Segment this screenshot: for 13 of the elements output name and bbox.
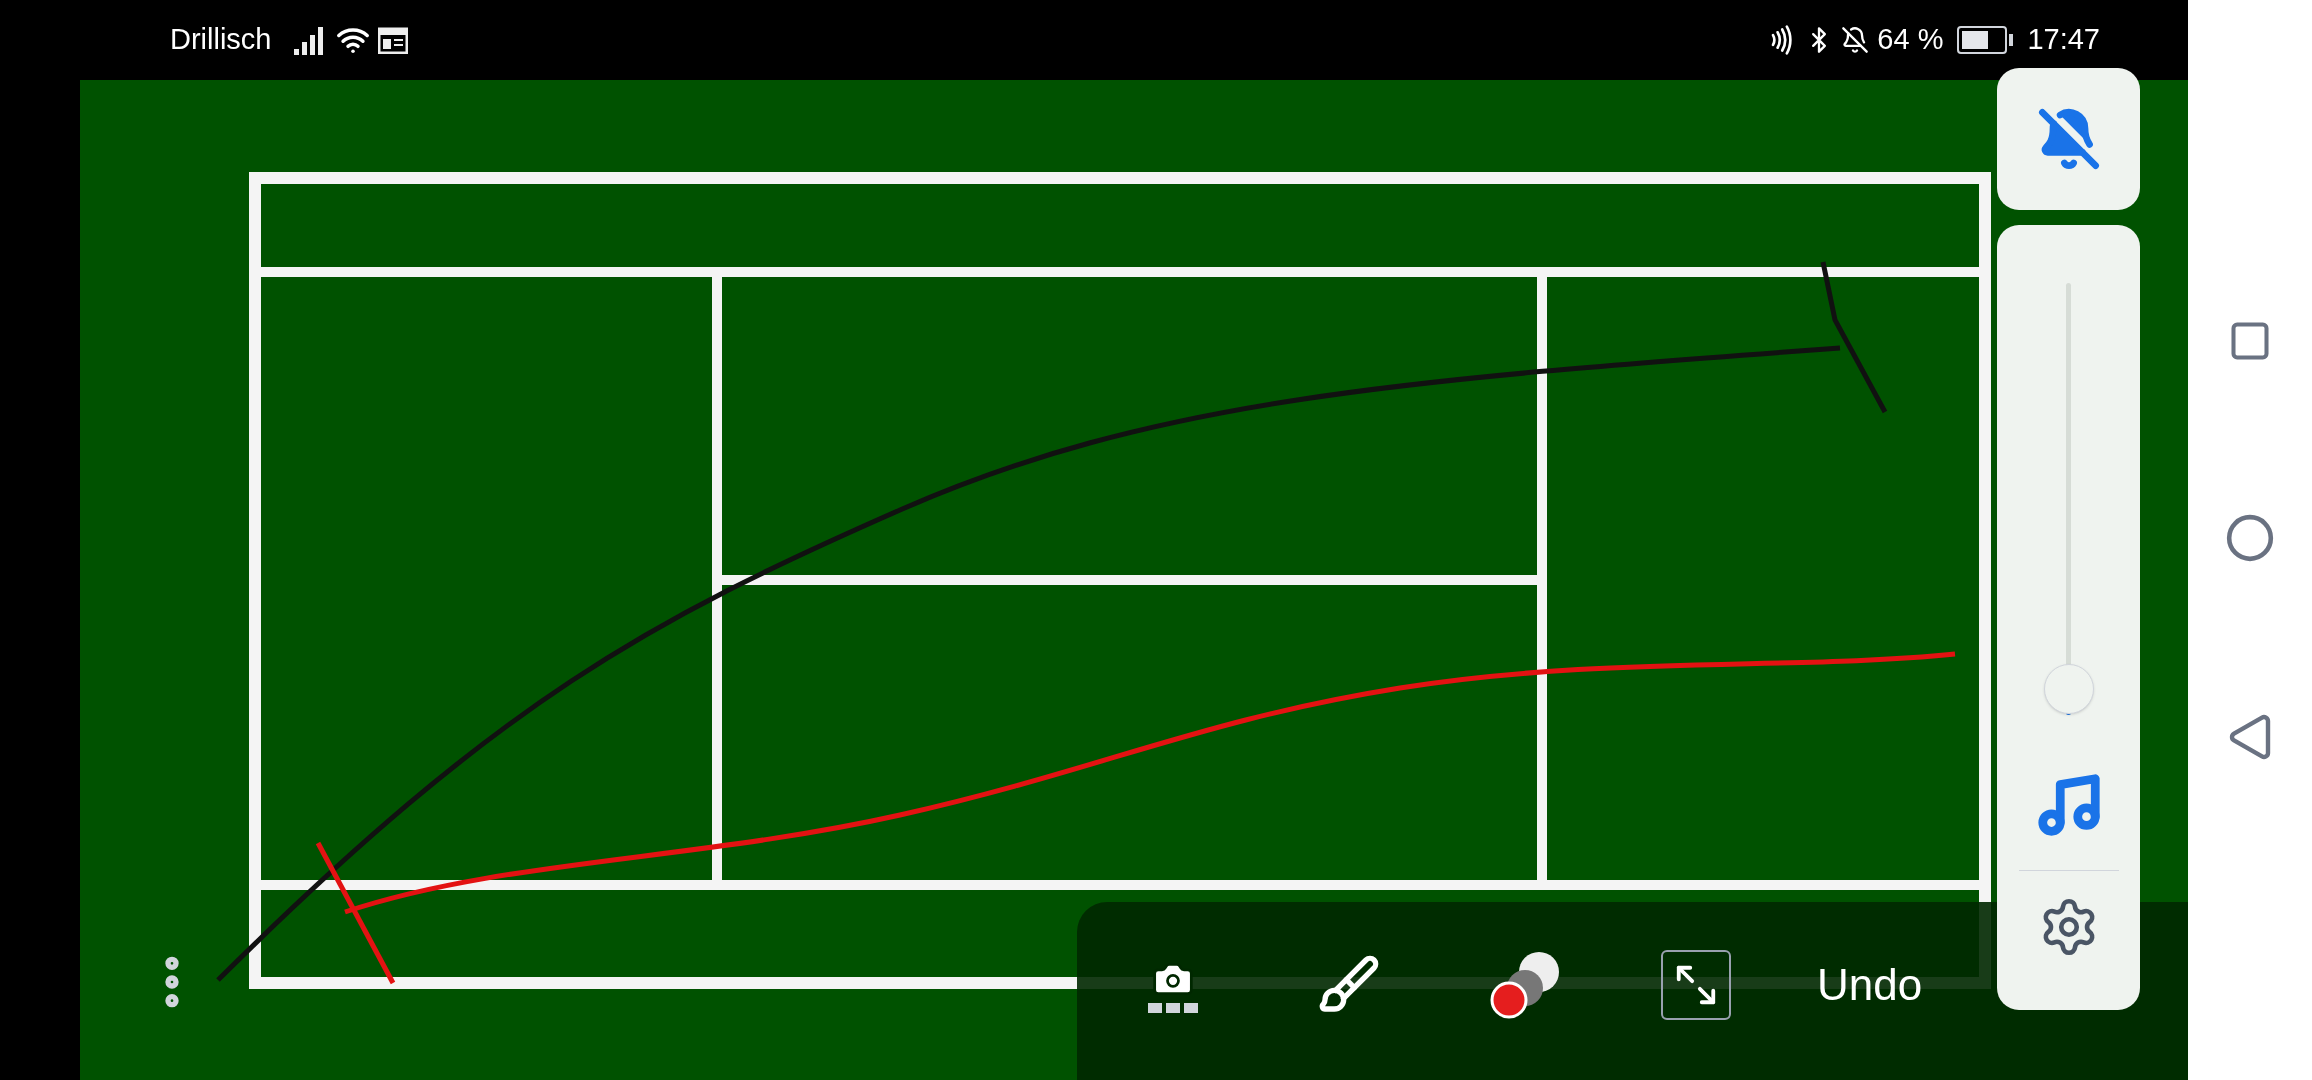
calendar-icon (377, 26, 408, 54)
fullscreen-button[interactable] (1661, 950, 1731, 1020)
muted-bell-icon (2036, 107, 2101, 171)
home-icon[interactable] (2225, 513, 2275, 563)
clock-time: 17:47 (2027, 22, 2100, 58)
volume-slider[interactable] (2043, 283, 2094, 715)
carrier-name: Drillisch (170, 22, 272, 58)
recent-apps-icon[interactable] (2228, 319, 2272, 363)
ringer-mode-button[interactable] (1997, 68, 2140, 210)
undo-button[interactable]: Undo (1817, 952, 1923, 1018)
muted-bell-icon (1841, 26, 1870, 54)
battery-percent: 64 % (1877, 22, 1944, 58)
battery-icon (1957, 26, 2014, 54)
